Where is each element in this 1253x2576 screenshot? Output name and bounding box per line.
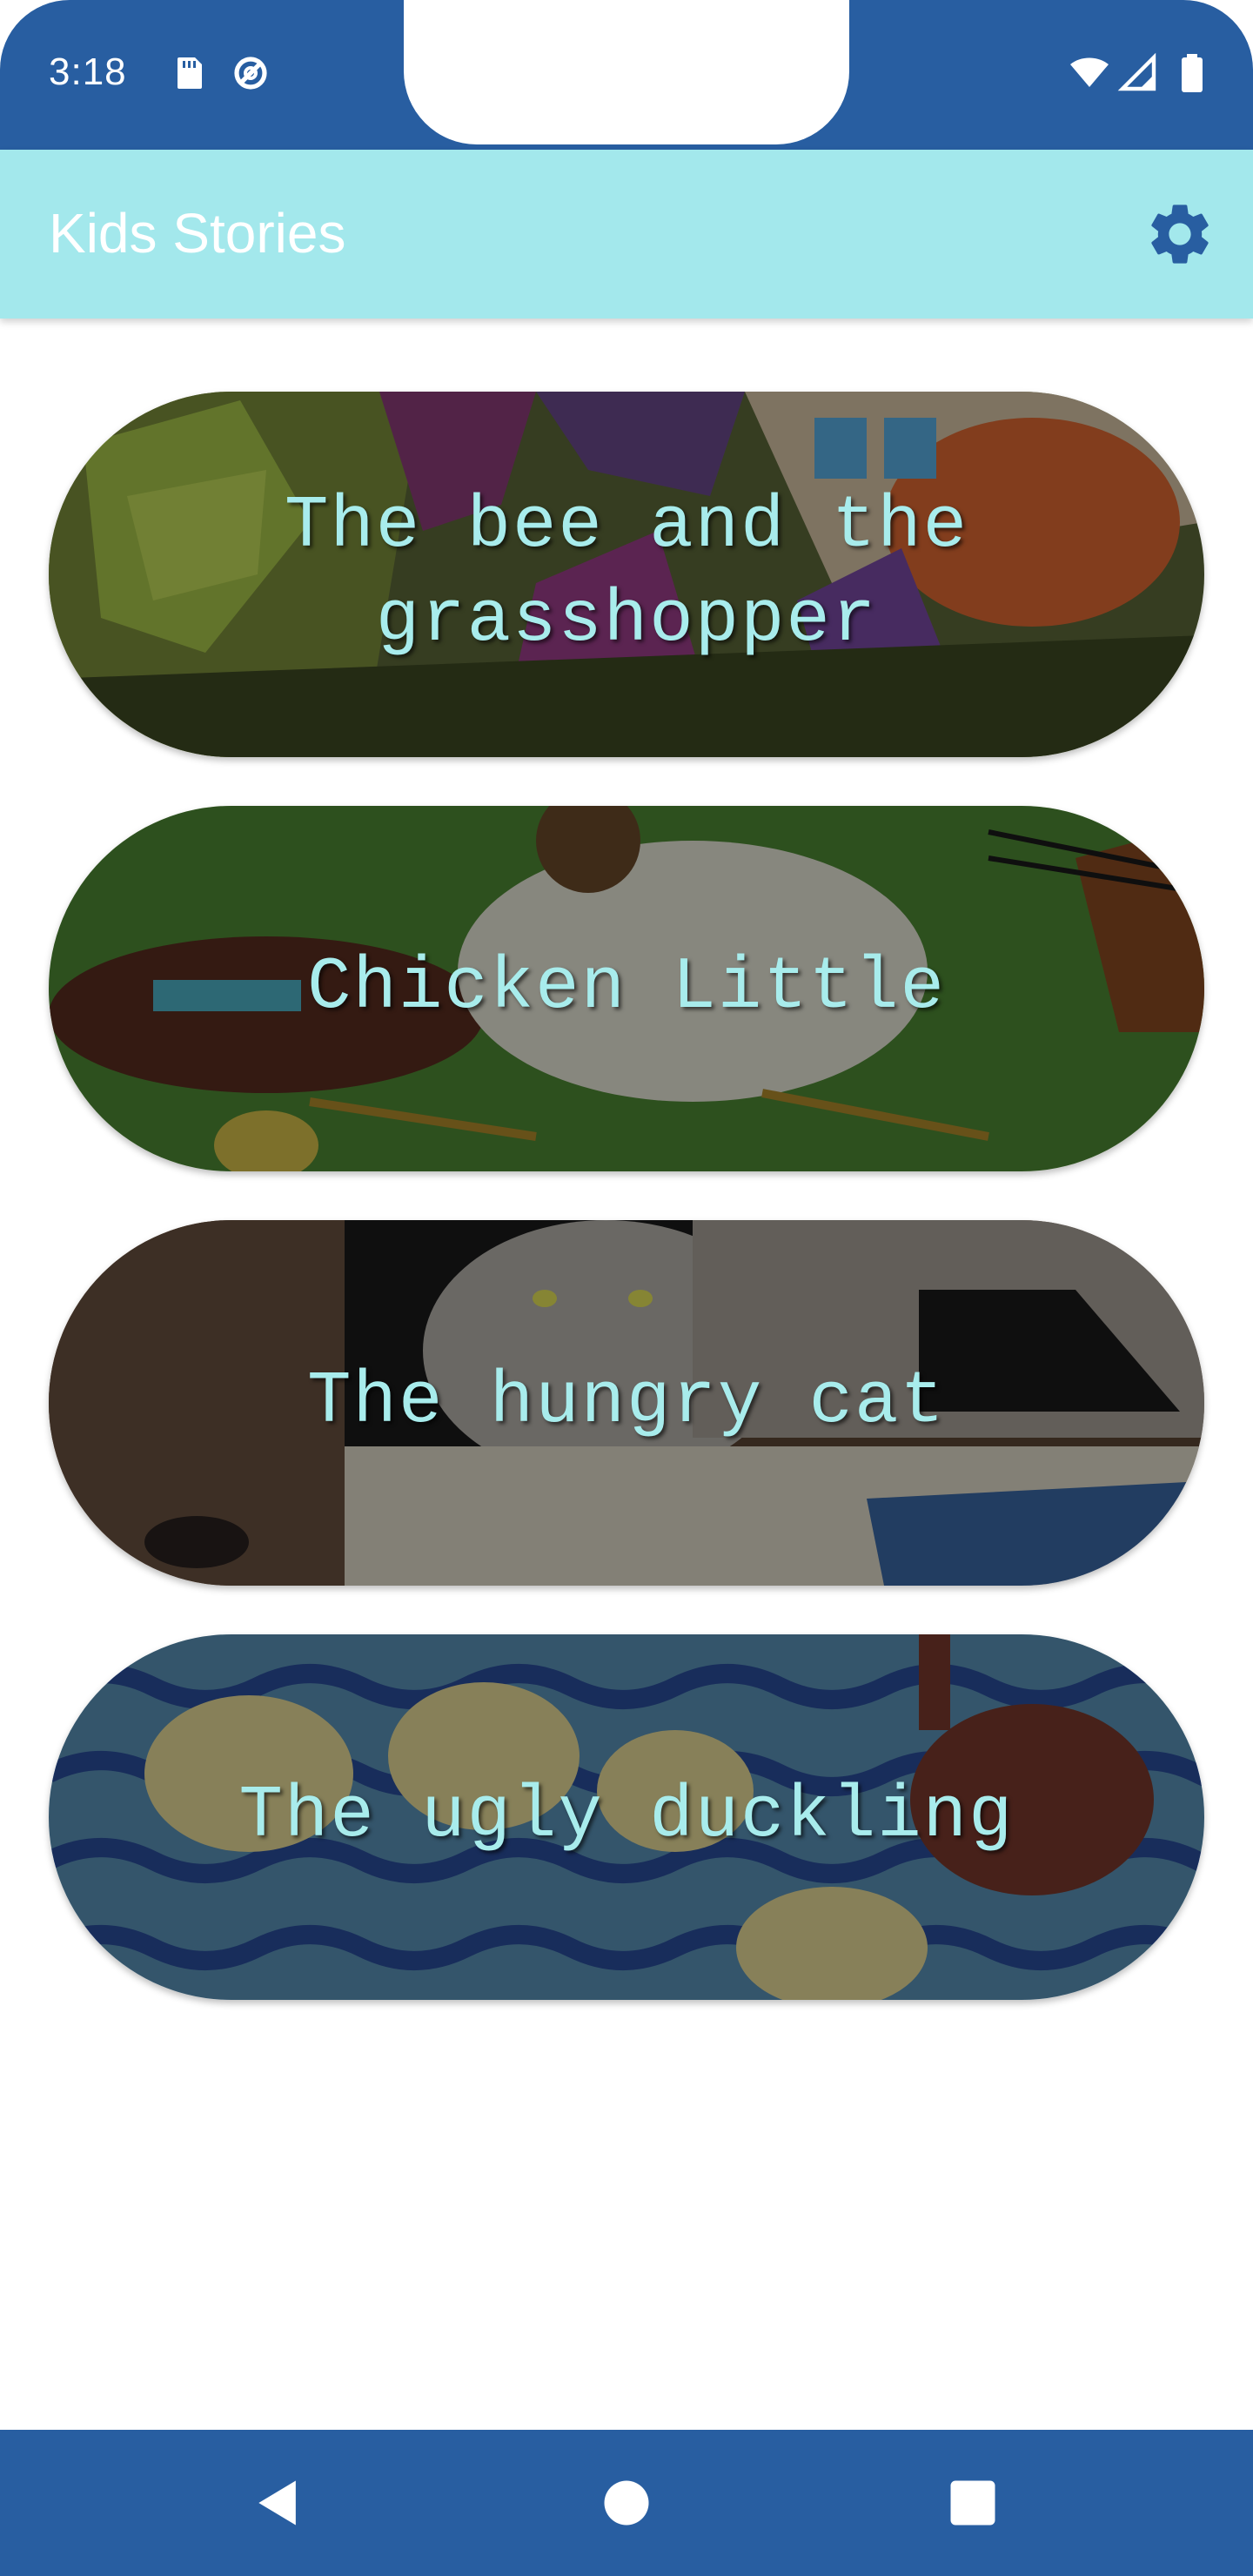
home-icon: [597, 2473, 656, 2532]
story-title: The ugly duckling: [238, 1775, 1015, 1858]
story-card-hungry-cat[interactable]: The hungry cat: [49, 1220, 1204, 1586]
story-card-ugly-duckling[interactable]: The ugly duckling: [49, 1634, 1204, 2000]
story-title: Chicken Little: [307, 947, 946, 1030]
sd-card-icon: [167, 52, 209, 94]
signal-icon: [1117, 52, 1159, 94]
status-time: 3:18: [49, 50, 127, 93]
gear-icon: [1143, 198, 1216, 271]
data-saver-icon: [230, 52, 271, 94]
app-title: Kids Stories: [49, 202, 346, 265]
wifi-icon: [1069, 52, 1110, 94]
story-title: The hungry cat: [307, 1361, 946, 1444]
home-button[interactable]: [597, 2473, 656, 2532]
back-icon: [249, 2473, 308, 2532]
screen: 3:18 Kids Stories The bee and the grassh…: [0, 0, 1253, 2576]
battery-icon: [1171, 52, 1213, 94]
story-title: The bee and the grasshopper: [284, 486, 969, 662]
story-list: The bee and the grasshopper Chicken Litt…: [49, 392, 1204, 2049]
recents-icon: [943, 2473, 1002, 2532]
app-bar: Kids Stories: [0, 150, 1253, 319]
story-card-bee-grasshopper[interactable]: The bee and the grasshopper: [49, 392, 1204, 757]
settings-button[interactable]: [1143, 198, 1216, 271]
navigation-bar: [0, 2430, 1253, 2576]
recents-button[interactable]: [943, 2473, 1002, 2532]
story-card-chicken-little[interactable]: Chicken Little: [49, 806, 1204, 1171]
status-bar: 3:18: [0, 0, 1253, 150]
back-button[interactable]: [249, 2473, 308, 2532]
camera-notch: [404, 0, 849, 144]
